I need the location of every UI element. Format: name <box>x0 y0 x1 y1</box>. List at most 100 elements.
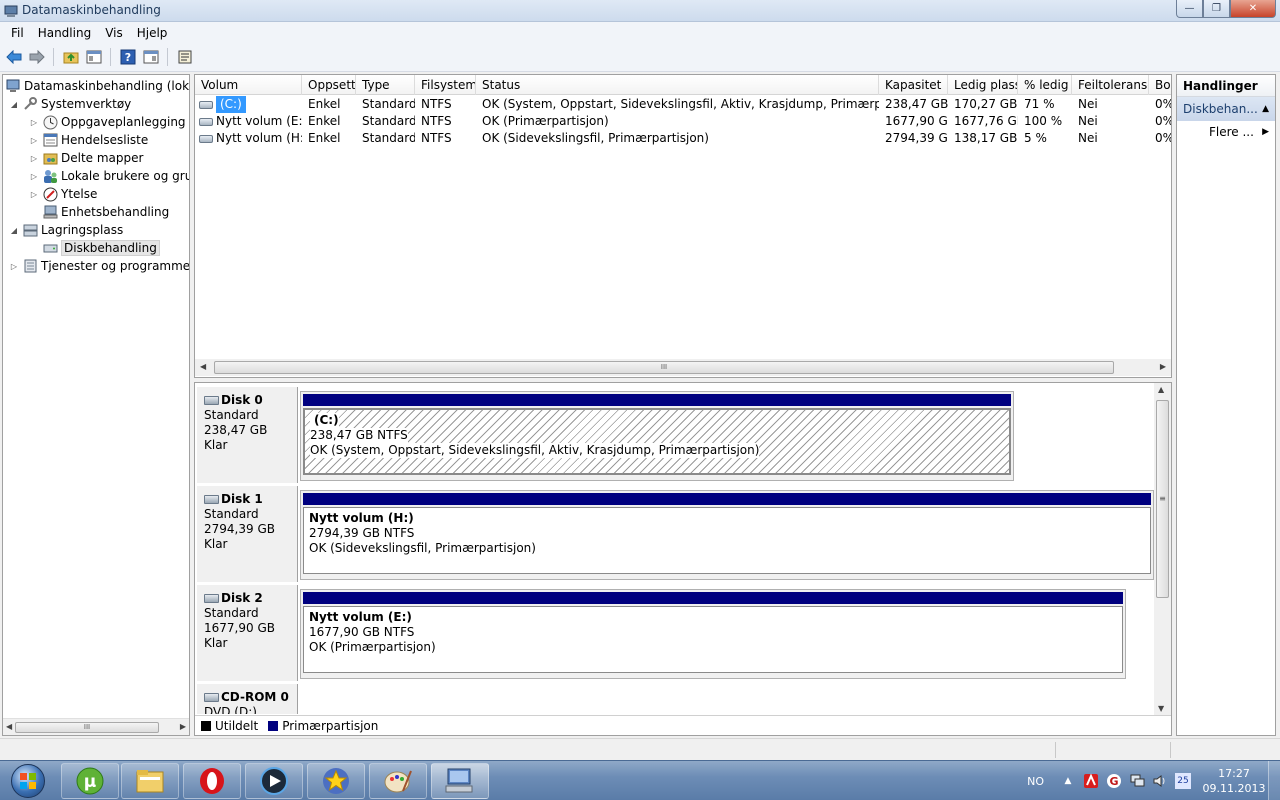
show-desktop-button[interactable] <box>1268 761 1280 800</box>
scroll-thumb[interactable]: III <box>214 361 1114 374</box>
col-percent-free[interactable]: % ledig <box>1018 75 1072 95</box>
scroll-down-icon[interactable]: ▼ <box>1158 704 1164 713</box>
windows-logo-icon <box>11 764 45 798</box>
tree-horizontal-scrollbar[interactable]: ◀ III ▶ <box>3 718 189 735</box>
volume-row[interactable]: Nytt volum (H:) Enkel Standard NTFS OK (… <box>195 130 1171 147</box>
expand-arrow-icon[interactable]: ▷ <box>29 118 39 127</box>
taskbar-computer-management[interactable] <box>431 763 489 799</box>
tray-badge[interactable]: 25 <box>1175 773 1191 789</box>
cdrom-icon <box>204 693 219 702</box>
tree-item-system-tools[interactable]: ◢ Systemverktøy <box>9 95 131 113</box>
help-icon: ? <box>120 49 135 65</box>
scroll-thumb[interactable]: ≡ <box>1156 400 1169 598</box>
window-title: Datamaskinbehandling <box>22 3 161 17</box>
col-volume[interactable]: Volum <box>195 75 302 95</box>
scroll-left-icon[interactable]: ◀ <box>200 362 206 371</box>
col-free-space[interactable]: Ledig plass <box>948 75 1018 95</box>
forward-button[interactable] <box>26 47 47 68</box>
show-hide-tree-button[interactable] <box>83 47 104 68</box>
scroll-up-icon[interactable]: ▲ <box>1158 385 1164 394</box>
scroll-left-icon[interactable]: ◀ <box>6 722 12 731</box>
maximize-button[interactable]: ❐ <box>1203 0 1230 18</box>
disk-view-vertical-scrollbar[interactable]: ▲ ≡ ▼ <box>1154 383 1171 715</box>
partition-c[interactable]: (C:) 238,47 GB NTFS OK (System, Oppstart… <box>300 391 1014 481</box>
disk-info[interactable]: Disk 1 Standard 2794,39 GB Klar <box>197 486 298 582</box>
collapse-arrow-icon[interactable]: ◢ <box>9 100 19 109</box>
up-folder-button[interactable] <box>60 47 81 68</box>
disk-type: Standard <box>204 408 259 422</box>
menu-action[interactable]: Handling <box>31 24 99 42</box>
network-icon[interactable] <box>1129 773 1145 789</box>
language-indicator[interactable]: NO <box>1027 775 1044 788</box>
partition-body[interactable]: Nytt volum (H:) 2794,39 GB NTFS OK (Side… <box>303 507 1151 574</box>
tree-item-services-applications[interactable]: ▷ Tjenester og programmer <box>9 257 189 275</box>
expand-arrow-icon[interactable]: ▷ <box>29 136 39 145</box>
show-hide-action-pane-button[interactable] <box>140 47 161 68</box>
hard-disk-icon <box>204 594 219 603</box>
volume-icon[interactable] <box>1152 773 1168 789</box>
taskbar-utorrent[interactable]: µ <box>61 763 119 799</box>
tree-item-storage[interactable]: ◢ Lagringsplass <box>9 221 123 239</box>
taskbar-opera[interactable] <box>183 763 241 799</box>
menu-file[interactable]: Fil <box>4 24 31 42</box>
menu-view[interactable]: Vis <box>98 24 130 42</box>
partition-e[interactable]: Nytt volum (E:) 1677,90 GB NTFS OK (Prim… <box>300 589 1126 679</box>
disk-info[interactable]: Disk 2 Standard 1677,90 GB Klar <box>197 585 298 681</box>
volume-list-horizontal-scrollbar[interactable]: ◀ III ▶ <box>195 359 1171 376</box>
g-app-icon[interactable]: G <box>1106 773 1122 789</box>
show-hidden-icons-icon[interactable]: ▲ <box>1060 773 1076 789</box>
tree-item-performance[interactable]: ▷ Ytelse <box>29 185 97 203</box>
disk-info[interactable]: Disk 0 Standard 238,47 GB Klar <box>197 387 298 483</box>
col-layout[interactable]: Oppsett <box>302 75 356 95</box>
close-button[interactable]: ✕ <box>1230 0 1276 18</box>
minimize-button[interactable]: — <box>1176 0 1203 18</box>
col-filesystem[interactable]: Filsystem <box>415 75 476 95</box>
tree-item-event-viewer[interactable]: ▷ Hendelsesliste <box>29 131 148 149</box>
taskbar-paint[interactable] <box>369 763 427 799</box>
expand-arrow-icon[interactable]: ▷ <box>29 190 39 199</box>
col-overhead[interactable]: Bo <box>1149 75 1171 95</box>
menu-help[interactable]: Hjelp <box>130 24 175 42</box>
scroll-right-icon[interactable]: ▶ <box>180 722 186 731</box>
tree-item-shared-folders[interactable]: ▷ Delte mapper <box>29 149 144 167</box>
actions-section-disk-management[interactable]: Diskbehan... ▲ <box>1177 97 1275 121</box>
volume-row[interactable]: (C:) Enkel Standard NTFS OK (System, Opp… <box>195 96 1171 113</box>
properties-button[interactable] <box>174 47 195 68</box>
partition-fs: 2794,39 GB NTFS <box>309 526 415 540</box>
partition-h[interactable]: Nytt volum (H:) 2794,39 GB NTFS OK (Side… <box>300 490 1154 580</box>
disk-name: CD-ROM 0 <box>221 690 289 704</box>
expand-arrow-icon[interactable]: ▷ <box>9 262 19 271</box>
tree-item-computer-management[interactable]: Datamaskinbehandling (lokal) <box>5 77 189 95</box>
taskbar-explorer[interactable] <box>121 763 179 799</box>
volume-fault-tolerance: Nei <box>1078 131 1098 145</box>
back-button[interactable] <box>3 47 24 68</box>
taskbar-favorites[interactable] <box>307 763 365 799</box>
tree-item-device-manager[interactable]: Enhetsbehandling <box>42 203 169 221</box>
start-button[interactable] <box>2 762 54 800</box>
cdrom-info[interactable]: CD-ROM 0 DVD (D:) <box>197 684 298 714</box>
col-capacity[interactable]: Kapasitet <box>879 75 948 95</box>
tree-item-local-users[interactable]: ▷ Lokale brukere og grupp <box>29 167 189 185</box>
storage-icon <box>22 222 38 238</box>
col-status[interactable]: Status <box>476 75 879 95</box>
disk-name: Disk 0 <box>221 393 263 407</box>
clock[interactable]: 17:27 09.11.2013 <box>1200 766 1268 796</box>
scroll-thumb[interactable]: III <box>15 722 159 733</box>
volume-row[interactable]: Nytt volum (E:) Enkel Standard NTFS OK (… <box>195 113 1171 130</box>
col-type[interactable]: Type <box>356 75 415 95</box>
help-button[interactable]: ? <box>117 47 138 68</box>
partition-body[interactable]: (C:) 238,47 GB NTFS OK (System, Oppstart… <box>303 408 1011 475</box>
tree-item-disk-management[interactable]: Diskbehandling <box>42 239 160 257</box>
folder-icon <box>136 770 164 793</box>
collapse-up-icon[interactable]: ▲ <box>1262 104 1269 114</box>
partition-body[interactable]: Nytt volum (E:) 1677,90 GB NTFS OK (Prim… <box>303 606 1123 673</box>
antivirus-icon[interactable] <box>1083 773 1099 789</box>
collapse-arrow-icon[interactable]: ◢ <box>9 226 19 235</box>
expand-arrow-icon[interactable]: ▷ <box>29 154 39 163</box>
col-fault-tolerance[interactable]: Feiltoleranse <box>1072 75 1149 95</box>
expand-arrow-icon[interactable]: ▷ <box>29 172 39 181</box>
taskbar-media-player[interactable] <box>245 763 303 799</box>
scroll-right-icon[interactable]: ▶ <box>1160 362 1166 371</box>
action-more[interactable]: Flere ... ▶ <box>1177 121 1275 143</box>
tree-item-task-scheduler[interactable]: ▷ Oppgaveplanlegging <box>29 113 186 131</box>
